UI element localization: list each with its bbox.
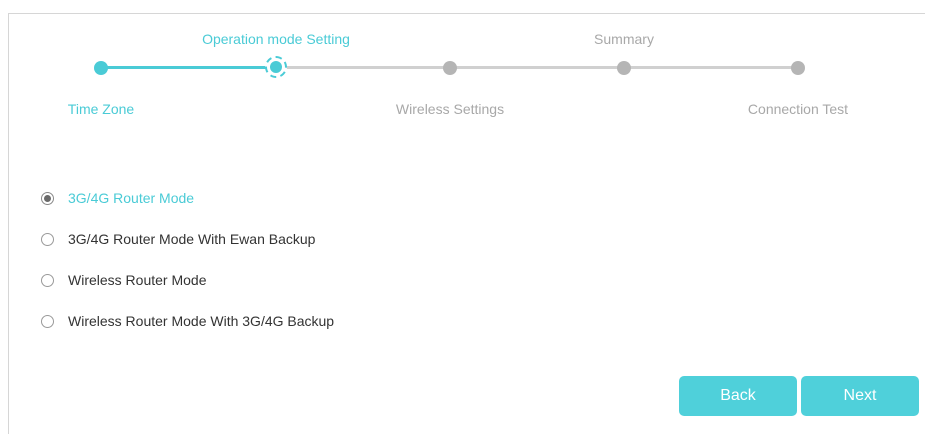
option-label: Wireless Router Mode bbox=[68, 272, 207, 288]
option-3g4g-router-mode[interactable]: 3G/4G Router Mode bbox=[41, 188, 334, 208]
step-dot-connection-test bbox=[791, 61, 805, 75]
radio-button[interactable] bbox=[41, 273, 54, 287]
step-label-wireless-settings: Wireless Settings bbox=[395, 101, 505, 117]
step-label-time-zone: Time Zone bbox=[67, 101, 135, 117]
radio-button-checked[interactable] bbox=[41, 191, 54, 205]
option-wireless-router-mode-3g4g-backup[interactable]: Wireless Router Mode With 3G/4G Backup bbox=[41, 311, 334, 331]
step-label-operation-mode-setting: Operation mode Setting bbox=[202, 31, 350, 47]
option-label: Wireless Router Mode With 3G/4G Backup bbox=[68, 313, 335, 329]
operation-mode-options: 3G/4G Router Mode 3G/4G Router Mode With… bbox=[41, 188, 334, 352]
step-dot-time-zone bbox=[94, 61, 108, 75]
radio-button[interactable] bbox=[41, 314, 54, 328]
step-dot-summary bbox=[617, 61, 631, 75]
step-dot-operation-mode-setting bbox=[265, 56, 287, 78]
option-wireless-router-mode[interactable]: Wireless Router Mode bbox=[41, 270, 334, 290]
option-3g4g-router-mode-ewan-backup[interactable]: 3G/4G Router Mode With Ewan Backup bbox=[41, 229, 334, 249]
next-button[interactable]: Next bbox=[801, 376, 919, 416]
progress-track-remaining bbox=[276, 66, 798, 69]
option-label: 3G/4G Router Mode bbox=[68, 190, 195, 206]
radio-button[interactable] bbox=[41, 232, 54, 246]
progress-track-completed bbox=[101, 66, 276, 69]
step-dot-wireless-settings bbox=[443, 61, 457, 75]
step-label-connection-test: Connection Test bbox=[747, 101, 849, 117]
option-label: 3G/4G Router Mode With Ewan Backup bbox=[68, 231, 316, 247]
back-button[interactable]: Back bbox=[679, 376, 797, 416]
step-label-summary: Summary bbox=[594, 31, 654, 47]
